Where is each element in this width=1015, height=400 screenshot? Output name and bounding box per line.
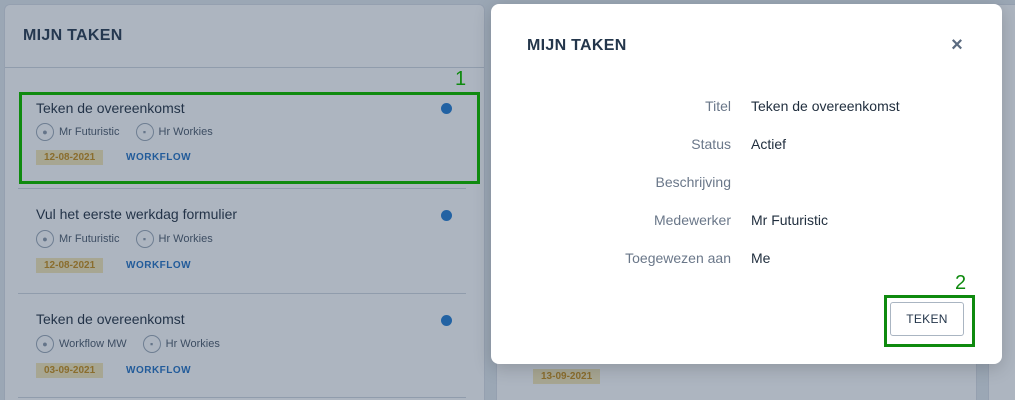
field-title: Titel Teken de overeenkomst bbox=[491, 98, 1002, 118]
modal-title: MIJN TAKEN bbox=[527, 37, 627, 54]
field-label: Beschrijving bbox=[655, 174, 731, 190]
field-value: Me bbox=[751, 250, 771, 266]
field-assigned-to: Toegewezen aan Me bbox=[491, 250, 1002, 270]
field-value: Actief bbox=[751, 136, 787, 152]
field-value: Teken de overeenkomst bbox=[751, 98, 900, 114]
field-label: Medewerker bbox=[653, 212, 731, 228]
field-employee: Medewerker Mr Futuristic bbox=[491, 212, 1002, 232]
annotation-label-2: 2 bbox=[955, 272, 967, 294]
field-description: Beschrijving bbox=[491, 174, 1002, 194]
annotation-label-1: 1 bbox=[455, 68, 467, 90]
field-status: Status Actief bbox=[491, 136, 1002, 156]
close-icon[interactable]: × bbox=[946, 34, 968, 56]
field-label: Titel bbox=[705, 98, 731, 114]
annotation-box-2 bbox=[884, 295, 975, 347]
field-label: Toegewezen aan bbox=[625, 250, 731, 266]
field-value: Mr Futuristic bbox=[751, 212, 828, 228]
annotation-box-1 bbox=[19, 92, 480, 184]
field-label: Status bbox=[691, 136, 731, 152]
